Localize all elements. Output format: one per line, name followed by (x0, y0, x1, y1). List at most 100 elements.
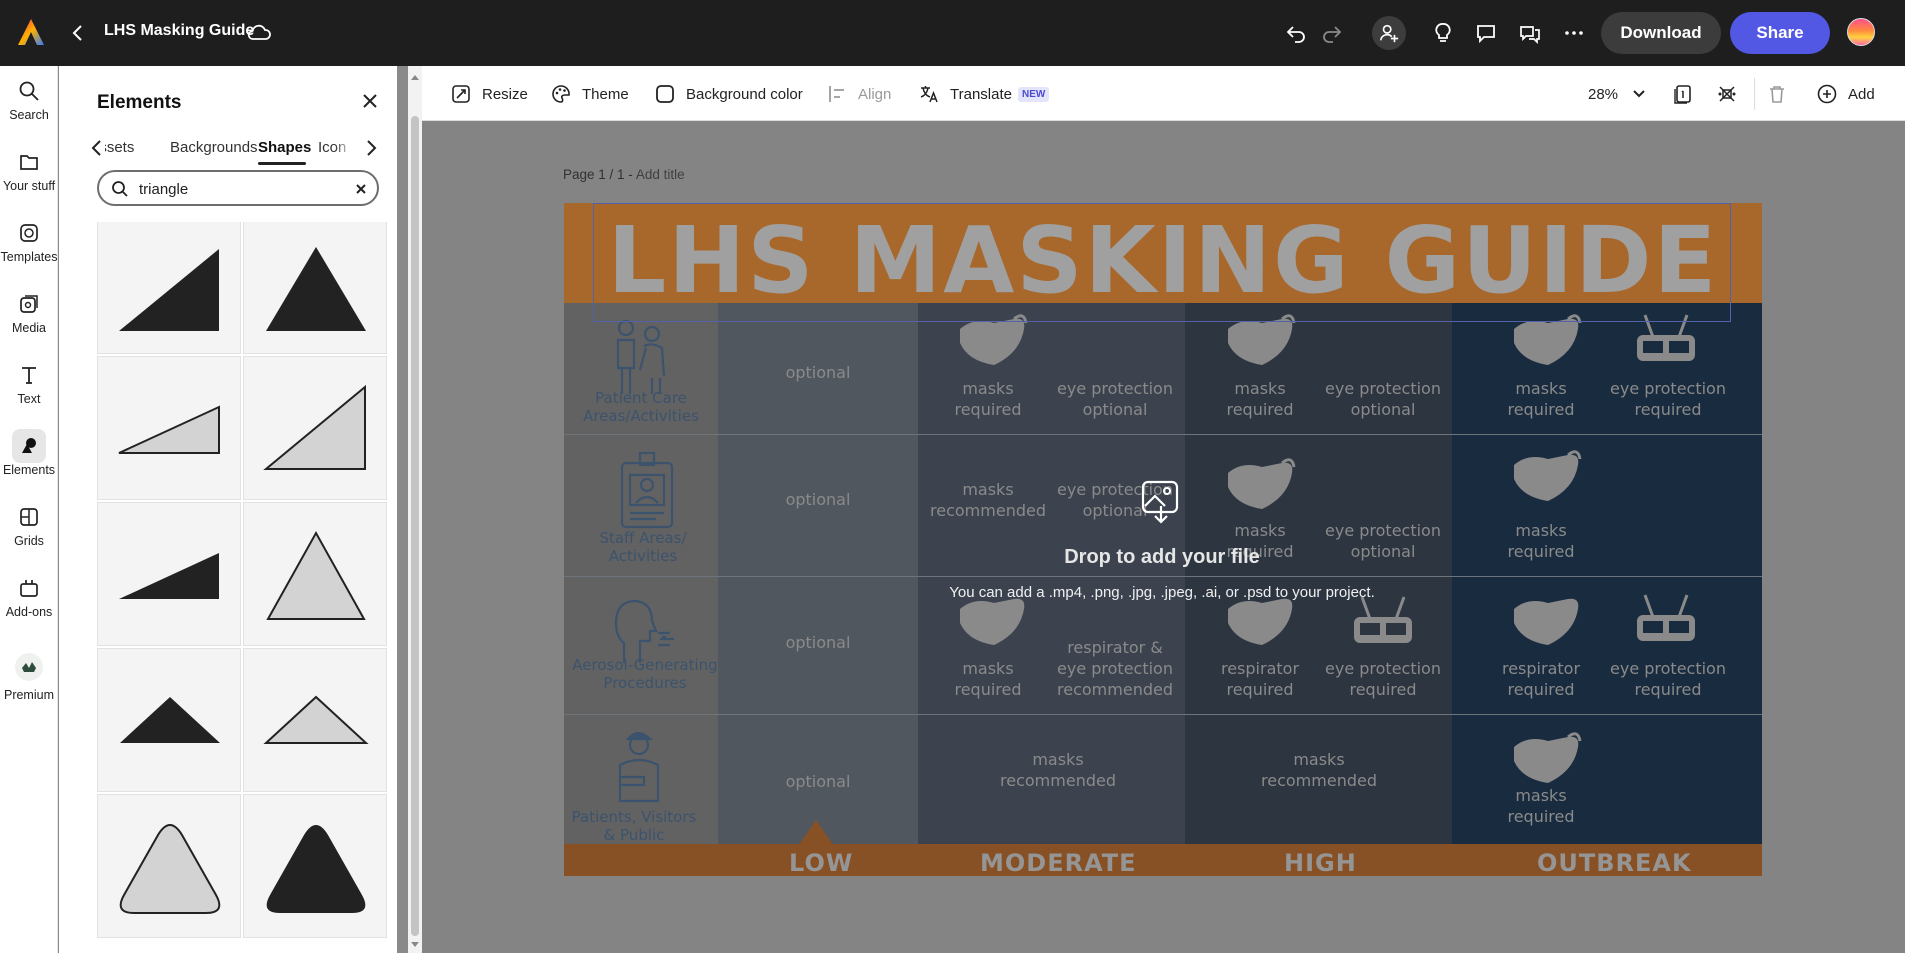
close-icon[interactable] (359, 90, 381, 112)
wedge-dark-shape-icon (119, 553, 219, 599)
rail-label: Elements (2, 463, 56, 477)
undo-icon[interactable] (1282, 19, 1310, 47)
rail-item-text[interactable]: Text (0, 350, 58, 414)
shape-result-flat-triangle-light[interactable] (243, 648, 387, 792)
rounded-triangle-outline-shape-icon (119, 824, 221, 914)
rail-item-media[interactable]: Media (0, 279, 58, 343)
layers-button[interactable] (1716, 82, 1738, 106)
shape-result-right-triangle-dark[interactable] (97, 222, 241, 354)
top-bar: LHS Masking Guide Download Share (0, 0, 1905, 66)
triangle-shape-icon (266, 247, 366, 331)
flat-triangle-outline-shape-icon (263, 695, 369, 744)
search-field[interactable] (97, 170, 379, 206)
addons-icon (20, 580, 38, 597)
invite-collaborator-icon[interactable] (1372, 16, 1406, 50)
context-toolbar: Resize Theme Background color Align Tran… (422, 66, 1905, 121)
theme-button[interactable]: Theme (550, 82, 629, 106)
folder-icon (20, 155, 38, 170)
right-triangle-outline-shape-icon (263, 384, 366, 470)
category-tabs: assets Backgrounds Shapes Icon (89, 132, 379, 166)
tabs-scroll-right-icon[interactable] (335, 138, 379, 158)
shape-result-triangle-light[interactable] (243, 502, 387, 646)
rail-item-elements[interactable]: Elements (0, 421, 58, 485)
tabs-scroll-left-icon[interactable] (89, 138, 105, 158)
right-triangle-shape-icon (119, 249, 219, 331)
zoom-value: 28% (1588, 85, 1619, 103)
panel-scrollbar[interactable] (408, 66, 422, 953)
cloud-sync-icon[interactable] (246, 21, 272, 45)
background-color-label: Background color (686, 85, 803, 103)
translate-label: Translate (950, 85, 1012, 103)
rail-label: Grids (14, 534, 44, 548)
media-icon (20, 295, 38, 313)
templates-icon (20, 224, 38, 242)
shape-result-wedge-dark[interactable] (97, 502, 241, 646)
redo-icon[interactable] (1318, 19, 1346, 47)
resize-button[interactable]: Resize (450, 82, 528, 106)
pages-button[interactable] (1672, 82, 1694, 106)
scroll-up-icon[interactable] (410, 72, 420, 82)
shape-result-wedge-light[interactable] (97, 356, 241, 500)
rail-label: Premium (3, 688, 54, 702)
clear-search-icon[interactable] (353, 181, 369, 197)
toolbar-divider (1754, 78, 1755, 110)
rail-item-your-stuff[interactable]: Your stuff (0, 137, 58, 201)
document-title[interactable]: LHS Masking Guide (104, 22, 254, 40)
rail-label: Text (17, 392, 41, 406)
align-label: Align (858, 85, 892, 103)
more-options-icon[interactable] (1560, 19, 1588, 47)
text-icon (22, 367, 36, 384)
shape-result-rounded-triangle-light[interactable] (97, 794, 241, 938)
download-button[interactable]: Download (1601, 12, 1721, 54)
rail-label: Your stuff (2, 179, 56, 193)
shape-result-flat-triangle-dark[interactable] (97, 648, 241, 792)
shape-result-triangle-dark[interactable] (243, 222, 387, 354)
avatar[interactable] (1847, 18, 1875, 46)
search-icon (19, 81, 39, 101)
scroll-thumb[interactable] (411, 116, 419, 936)
comment-icon[interactable] (1472, 19, 1500, 47)
rail-item-premium[interactable]: Premium (0, 642, 58, 714)
rail-item-templates[interactable]: Templates (0, 208, 58, 272)
shape-result-rounded-triangle-dark[interactable] (243, 794, 387, 938)
drop-subtitle: You can add a .mp4, .png, .jpg, .jpeg, .… (949, 584, 1375, 601)
shape-result-right-triangle-light[interactable] (243, 356, 387, 500)
rail-item-search[interactable]: Search (0, 66, 58, 130)
share-button[interactable]: Share (1730, 12, 1830, 54)
back-icon[interactable] (68, 20, 88, 46)
triangle-outline-shape-icon (266, 530, 366, 620)
rail-label: Add-ons (5, 605, 53, 619)
drop-overlay[interactable] (422, 121, 1905, 953)
plus-circle-icon (1817, 84, 1837, 104)
translate-button[interactable]: Translate NEW (918, 82, 1050, 106)
rail-item-add-ons[interactable]: Add-ons (0, 563, 58, 627)
rail-item-grids[interactable]: Grids (0, 492, 58, 556)
tab-shapes[interactable]: Shapes (258, 139, 311, 156)
resize-label: Resize (482, 85, 528, 103)
drop-title: Drop to add your file (1064, 546, 1260, 568)
add-button[interactable]: Add (1816, 82, 1875, 106)
theme-label: Theme (582, 85, 629, 103)
rail-label: Media (11, 321, 47, 335)
palette-icon (552, 85, 570, 103)
rail-label: Templates (0, 250, 58, 264)
active-tab-indicator (258, 162, 306, 165)
delete-button[interactable] (1766, 82, 1788, 106)
zoom-dropdown[interactable]: 28% (1588, 82, 1646, 106)
grids-icon (20, 508, 38, 526)
elements-icon (22, 438, 36, 453)
pages-icon (1674, 85, 1691, 104)
align-button[interactable]: Align (826, 82, 891, 106)
background-color-icon (656, 85, 674, 103)
background-color-button[interactable]: Background color (654, 82, 803, 106)
adobe-express-logo-icon[interactable] (16, 17, 46, 47)
rounded-triangle-shape-icon (266, 825, 366, 913)
present-share-icon[interactable] (1516, 19, 1544, 47)
lightbulb-icon[interactable] (1429, 19, 1457, 47)
search-input[interactable] (139, 178, 339, 200)
scroll-down-icon[interactable] (410, 940, 420, 950)
resize-icon (452, 85, 470, 103)
tab-backgrounds[interactable]: Backgrounds (170, 139, 258, 156)
chevron-down-icon (1633, 90, 1645, 98)
premium-icon (15, 653, 43, 681)
